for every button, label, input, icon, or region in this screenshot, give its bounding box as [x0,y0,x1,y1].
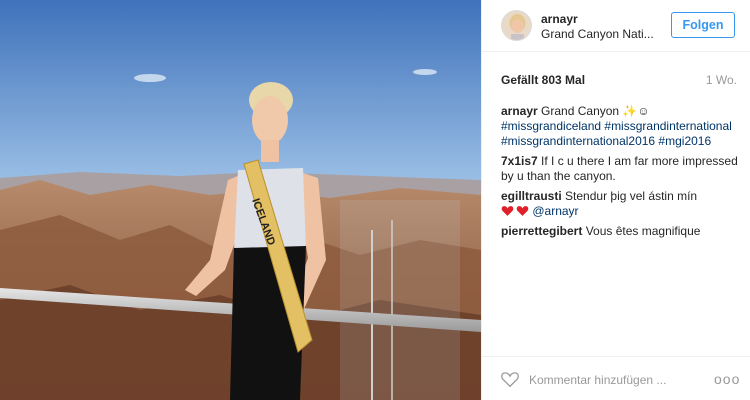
caption-text: Grand Canyon ✨☺ [541,104,650,118]
comment-item: 7x1is7 If I c u there I am far more impr… [501,154,741,184]
more-options-icon[interactable]: ooo [714,371,740,387]
caption-username[interactable]: arnayr [501,104,538,118]
comment-username[interactable]: 7x1is7 [501,154,538,168]
canyon-photo-image: ICELAND [0,0,481,400]
comment-username[interactable]: pierrettegibert [501,224,582,238]
comment-item: pierrettegibert Vous êtes magnifique [501,224,741,239]
likes-row: Gefällt 803 Mal 1 Wo. [501,73,737,89]
instagram-post: ICELAND arnayr Grand Canyon Nati... Folg… [0,0,750,400]
comment-text: Stendur þig vel ástin mín [565,189,698,203]
caption: arnayr Grand Canyon ✨☺ #missgrandiceland… [501,104,741,149]
likes-count[interactable]: Gefällt 803 Mal [501,73,585,87]
heart-emoji-icon [501,206,514,216]
comments-list: arnayr Grand Canyon ✨☺ #missgrandiceland… [501,104,741,244]
post-photo[interactable]: ICELAND [0,0,481,400]
post-location[interactable]: Grand Canyon Nati... [541,27,661,41]
post-header: arnayr Grand Canyon Nati... Folgen [482,0,750,52]
follow-button[interactable]: Folgen [671,12,735,38]
avatar[interactable] [501,10,532,41]
heart-outline-icon[interactable] [500,370,520,388]
comment-input[interactable]: Kommentar hinzufügen ... [529,373,666,387]
avatar-image [502,11,531,40]
comment-item: egilltrausti Stendur þig vel ástin mín @… [501,189,741,219]
comment-text: Vous êtes magnifique [585,224,701,238]
post-time[interactable]: 1 Wo. [706,73,737,87]
heart-emoji-icon [516,206,529,216]
post-username[interactable]: arnayr [541,12,578,26]
caption-hashtags[interactable]: #missgrandiceland #missgrandinternationa… [501,119,732,148]
comment-username[interactable]: egilltrausti [501,189,562,203]
heart-emojis [501,204,529,217]
post-sidebar: arnayr Grand Canyon Nati... Folgen Gefäl… [481,0,750,400]
post-footer: Kommentar hinzufügen ... ooo [482,356,750,400]
comment-mention[interactable]: @arnayr [532,204,578,218]
